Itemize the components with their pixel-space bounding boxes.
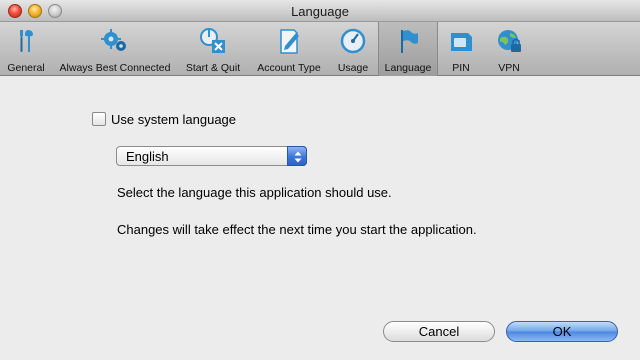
- cancel-button[interactable]: Cancel: [383, 321, 495, 342]
- use-system-language-checkbox[interactable]: [92, 112, 106, 126]
- restart-notice-text: Changes will take effect the next time y…: [117, 222, 477, 237]
- gears-icon: [101, 29, 126, 51]
- window-title: Language: [291, 4, 349, 19]
- toolbar-item-pin[interactable]: PIN: [442, 22, 480, 76]
- usage-gauge-icon: [340, 28, 366, 54]
- sim-card-icon: [451, 33, 472, 51]
- account-type-icon: [280, 29, 299, 54]
- vpn-globe-icon: [498, 30, 521, 52]
- toolbar-item-usage[interactable]: Usage: [332, 22, 374, 76]
- flag-icon: [401, 30, 418, 53]
- toolbar-item-general[interactable]: General: [2, 22, 50, 76]
- language-select-value: English: [126, 149, 169, 164]
- preferences-toolbar: General Always Best Connected Start & Qu…: [0, 22, 640, 76]
- toolbar-item-account-type[interactable]: Account Type: [253, 22, 325, 76]
- toolbar-item-start-quit[interactable]: Start & Quit: [180, 22, 246, 76]
- toolbar-item-language[interactable]: Language: [378, 22, 438, 76]
- use-system-language-label[interactable]: Use system language: [111, 112, 236, 127]
- ok-button[interactable]: OK: [506, 321, 618, 342]
- toolbar-item-vpn[interactable]: VPN: [490, 22, 528, 76]
- select-arrows-icon[interactable]: [287, 146, 307, 166]
- use-system-language-row[interactable]: Use system language: [92, 111, 236, 127]
- language-instruction-text: Select the language this application sho…: [117, 185, 392, 200]
- language-select[interactable]: English: [116, 146, 307, 166]
- title-bar: Language: [0, 0, 640, 22]
- toolbar-item-always-best-connected[interactable]: Always Best Connected: [56, 22, 174, 76]
- start-quit-icon: [200, 28, 225, 53]
- tools-icon: [20, 30, 33, 52]
